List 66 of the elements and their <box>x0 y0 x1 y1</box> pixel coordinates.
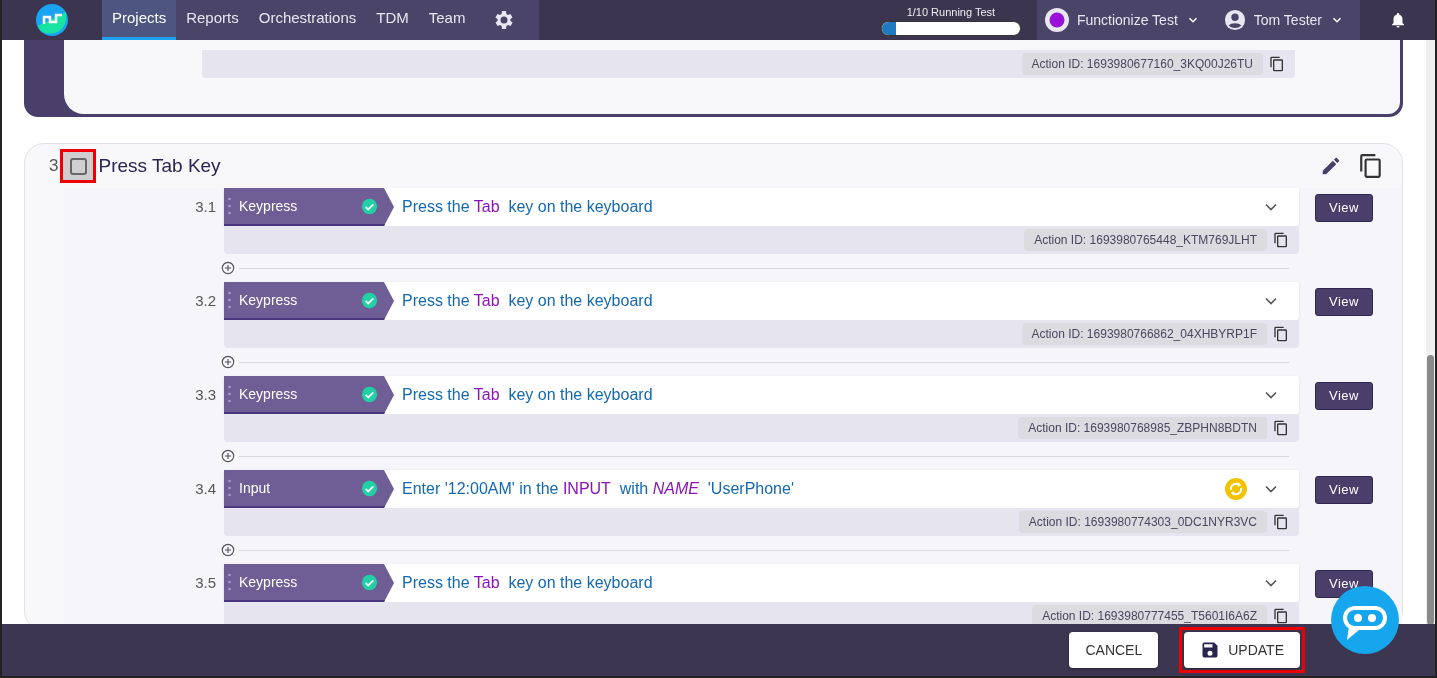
action-id: Action ID: 1693980777455_T5601I6A6Z <box>1032 605 1267 624</box>
drag-handle-icon[interactable] <box>228 290 231 310</box>
step-type-label: Keypress <box>238 384 299 404</box>
step-card[interactable]: Keypress Press the Tab key on the keyboard <box>224 376 1299 414</box>
logo-icon[interactable] <box>36 4 68 36</box>
step-description: Press the Tab key on the keyboard <box>401 385 654 405</box>
step-description: Press the Tab key on the keyboard <box>401 573 654 593</box>
drag-handle-icon[interactable] <box>228 384 231 404</box>
add-step-icon[interactable] <box>221 449 235 463</box>
nav-tab[interactable]: Orchestrations <box>248 0 367 40</box>
group-title: Press Tab Key <box>98 153 222 178</box>
step-type-label: Keypress <box>238 290 299 310</box>
view-button[interactable]: View <box>1315 194 1373 222</box>
step-card[interactable]: Input Enter '12:00AM' in the INPUT with NAME 'UserPhone' <box>224 470 1299 508</box>
copy-icon[interactable] <box>1358 153 1384 179</box>
view-button[interactable]: View <box>1315 288 1373 316</box>
step-type-label: Keypress <box>238 196 299 216</box>
step-number: 3.2 <box>194 291 217 311</box>
user-avatar-icon <box>1223 9 1246 31</box>
update-button[interactable]: UPDATE <box>1184 632 1300 668</box>
add-step-icon[interactable] <box>221 261 235 275</box>
step-description: Press the Tab key on the keyboard <box>401 197 654 217</box>
scrollbar[interactable] <box>1426 40 1435 624</box>
group-number: 3 <box>49 155 59 178</box>
drag-handle-icon[interactable] <box>228 478 231 498</box>
action-id: Action ID: 1693980768985_ZBPHN8BDTN <box>1018 417 1267 439</box>
nav-tab[interactable]: Projects <box>102 0 177 40</box>
step-number: 3.5 <box>194 573 217 593</box>
step-number: 3.1 <box>194 197 217 217</box>
scrollbar-thumb[interactable] <box>1427 355 1434 624</box>
action-id: Action ID: 1693980766862_04XHBYRP1F <box>1021 323 1267 345</box>
nav-tab[interactable]: Team <box>418 0 476 40</box>
step-card[interactable]: Keypress Press the Tab key on the keyboard <box>224 188 1299 226</box>
copy-icon[interactable] <box>1273 326 1289 342</box>
checkbox-square[interactable] <box>69 157 87 175</box>
nav-tab[interactable]: TDM <box>366 0 419 40</box>
workspace-dropdown[interactable]: Functionize Test <box>1036 0 1208 40</box>
user-menu[interactable]: Tom Tester <box>1207 0 1360 40</box>
copy-icon[interactable] <box>1273 420 1289 436</box>
step-description: Press the Tab key on the keyboard <box>401 291 654 311</box>
copy-icon[interactable] <box>1273 608 1289 624</box>
copy-icon[interactable] <box>1269 56 1285 72</box>
view-button[interactable]: View <box>1315 476 1373 504</box>
step-card[interactable]: Keypress Press the Tab key on the keyboard <box>224 282 1299 320</box>
step-number: 3.4 <box>194 479 217 499</box>
copy-icon[interactable] <box>1273 514 1289 530</box>
running-test-label: 1/10 Running Test <box>906 5 996 21</box>
chatbot-icon[interactable] <box>1331 586 1399 654</box>
drag-handle-icon[interactable] <box>228 572 231 592</box>
view-button[interactable]: View <box>1315 382 1373 410</box>
cancel-button[interactable]: CANCEL <box>1069 632 1159 668</box>
step-description: Enter '12:00AM' in the INPUT with NAME 'UserPhone' <box>401 479 795 499</box>
step-type-label: Input <box>238 478 272 498</box>
add-step-icon[interactable] <box>221 543 235 557</box>
action-id: Action ID: 1693980765448_KTM769JLHT <box>1024 229 1267 251</box>
workspace-icon <box>1044 8 1069 32</box>
step-type-label: Keypress <box>238 572 299 592</box>
copy-icon[interactable] <box>1273 232 1289 248</box>
action-id: Action ID: 1693980677160_3KQ00J26TU <box>1021 53 1263 75</box>
add-step-icon[interactable] <box>221 355 235 369</box>
drag-handle-icon[interactable] <box>228 196 231 216</box>
step-card[interactable]: Keypress Press the Tab key on the keyboard <box>224 564 1299 602</box>
edit-icon[interactable] <box>1320 155 1342 177</box>
action-id: Action ID: 1693980774303_0DC1NYR3VC <box>1018 511 1267 533</box>
step-number: 3.3 <box>194 385 217 405</box>
nav-tab[interactable]: Reports <box>176 0 249 40</box>
